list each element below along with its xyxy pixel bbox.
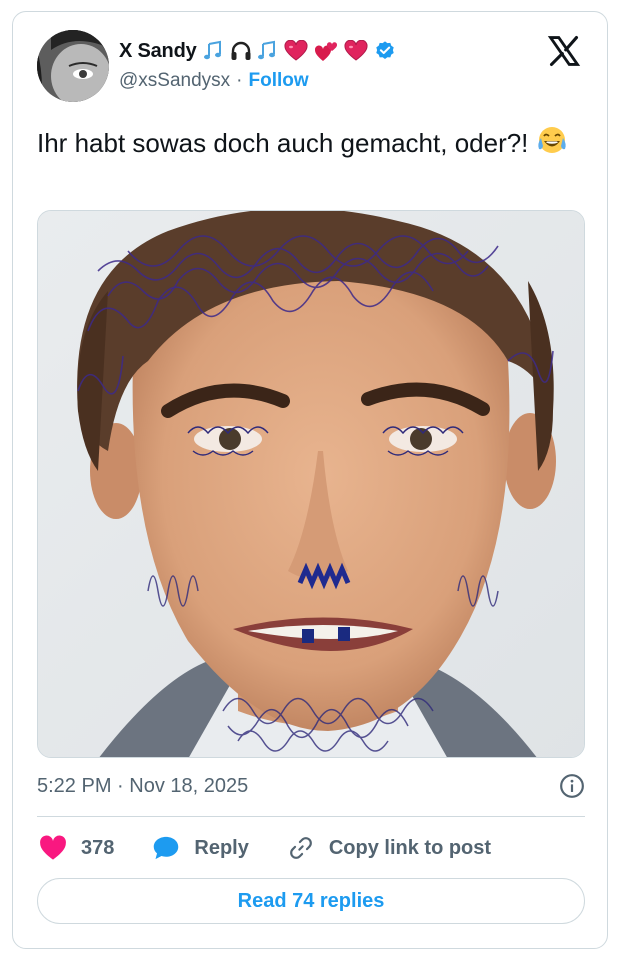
tweet-timestamp[interactable]: 5:22 PM · Nov 18, 2025	[37, 775, 248, 798]
like-button[interactable]: 378	[39, 835, 114, 861]
music-note-icon	[257, 40, 275, 60]
copy-link-label: Copy link to post	[328, 836, 492, 859]
like-count: 378	[81, 836, 115, 859]
music-note-icon	[203, 40, 221, 60]
tweet-body: Ihr habt sowas doch auch gemacht, oder?!	[37, 128, 529, 158]
author-display-name[interactable]: X Sandy	[119, 40, 197, 63]
headphones-icon	[231, 41, 251, 60]
timestamp-row: 5:22 PM · Nov 18, 2025	[37, 770, 585, 802]
avatar[interactable]	[37, 30, 109, 102]
author-handle[interactable]: @xsSandysx	[119, 70, 230, 92]
reply-label: Reply	[194, 836, 249, 859]
tweet-actions: 378 Reply Copy link to post	[39, 830, 529, 866]
link-icon	[289, 837, 312, 859]
verified-badge-icon	[375, 41, 394, 59]
heart-icon	[40, 835, 66, 860]
tweet-card: X Sandy @xsSandysx · Follow Ihr habt sow…	[12, 11, 608, 949]
media-photo	[38, 211, 584, 757]
copy-link-button[interactable]: Copy link to post	[287, 835, 491, 861]
handle-separator: ·	[236, 70, 243, 91]
heart-emoji-icon	[284, 40, 308, 61]
tweet-text: Ihr habt sowas doch auch gemacht, oder?!	[37, 124, 585, 160]
reply-button[interactable]: Reply	[152, 835, 249, 861]
two-hearts-emoji-icon	[314, 42, 337, 61]
author-name-row: X Sandy	[119, 36, 396, 66]
reply-bubble-icon	[154, 836, 179, 860]
info-icon[interactable]	[559, 773, 585, 799]
follow-button[interactable]: Follow	[249, 70, 309, 92]
divider	[37, 816, 585, 817]
tweet-media-image[interactable]	[37, 210, 585, 758]
read-replies-button[interactable]: Read 74 replies	[37, 878, 585, 924]
avatar-image	[37, 30, 109, 102]
name-emoji-row	[203, 40, 368, 62]
x-logo-icon[interactable]	[547, 34, 581, 68]
laughing-tears-emoji	[537, 127, 566, 153]
author-handle-row: @xsSandysx · Follow	[119, 70, 309, 92]
heart-emoji-icon	[344, 40, 368, 61]
